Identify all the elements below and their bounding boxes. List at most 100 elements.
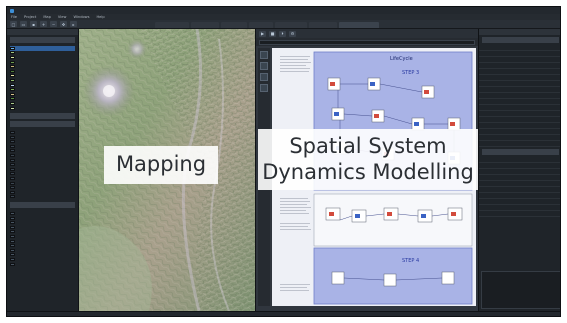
properties-panel <box>478 29 560 311</box>
legend-swatch <box>10 88 15 92</box>
tab-6[interactable] <box>309 21 337 28</box>
pan-icon[interactable]: ✥ <box>60 21 67 27</box>
legend-swatch <box>10 65 15 69</box>
menu-help[interactable]: Help <box>96 15 104 19</box>
ssdm-caption-line2: Dynamics Modelling <box>262 159 474 184</box>
tab-7-active[interactable] <box>339 21 379 28</box>
layers-panel-header <box>7 29 78 35</box>
component-icon <box>10 131 15 135</box>
diagram-top-label: LifeCycle <box>390 56 413 62</box>
model-icon <box>10 212 15 216</box>
menu-view[interactable]: View <box>58 15 67 19</box>
component-icon <box>10 154 15 158</box>
attributes-header <box>479 29 560 35</box>
model-icon <box>10 225 15 229</box>
model-components-title <box>10 121 75 128</box>
app-logo-icon <box>10 8 14 13</box>
component-properties-title <box>482 149 559 155</box>
legend-swatch <box>10 55 15 59</box>
legend-swatch <box>10 106 15 110</box>
stop-icon[interactable]: ■ <box>269 30 276 37</box>
mapping-caption-text: Mapping <box>115 152 207 177</box>
model-icon <box>10 234 15 238</box>
component-icon <box>10 186 15 190</box>
tab-2[interactable] <box>191 21 219 28</box>
tab-5[interactable] <box>275 21 307 28</box>
step-icon[interactable]: ⏵ <box>279 30 286 37</box>
ssdm-caption-line1: Spatial System <box>289 133 447 158</box>
model-icon <box>10 239 15 243</box>
notifications-log[interactable] <box>481 271 560 309</box>
palette-item[interactable] <box>260 62 268 70</box>
legend-swatch <box>10 74 15 78</box>
model-icon <box>10 248 15 252</box>
component-list <box>7 129 78 200</box>
menu-windows[interactable]: Windows <box>73 15 89 19</box>
component-icon <box>10 190 15 194</box>
model-icon <box>10 257 15 261</box>
search-input[interactable] <box>259 39 475 45</box>
select-icon[interactable]: ▸ <box>70 21 77 27</box>
zoom-in-icon[interactable]: + <box>40 21 47 27</box>
mapping-caption: Mapping <box>104 146 218 184</box>
model-icon <box>10 230 15 234</box>
model-icon <box>10 262 15 266</box>
new-icon[interactable]: □ <box>10 21 17 27</box>
palette-item[interactable] <box>260 73 268 81</box>
model-icon <box>10 216 15 220</box>
zoom-out-icon[interactable]: − <box>50 21 57 27</box>
component-item[interactable] <box>10 195 75 200</box>
ssdm-caption: Spatial System Dynamics Modelling <box>258 129 478 190</box>
layers-panel <box>7 29 79 311</box>
component-icon <box>10 167 15 171</box>
legend-swatch <box>10 101 15 105</box>
model-icon <box>10 221 15 225</box>
property-row[interactable] <box>479 211 560 217</box>
diagram-step-top: STEP 3 <box>402 70 419 76</box>
legend-swatch <box>10 97 15 101</box>
palette-item[interactable] <box>260 51 268 59</box>
attribute-table <box>479 45 560 147</box>
legend-swatch <box>10 78 15 82</box>
user-model-list <box>7 210 78 267</box>
menu-map[interactable]: Map <box>43 15 51 19</box>
component-icon <box>10 163 15 167</box>
component-icon <box>10 135 15 139</box>
component-icon <box>10 181 15 185</box>
tab-1[interactable] <box>155 21 189 28</box>
model-icon <box>10 253 15 257</box>
state-objects-title <box>10 113 75 120</box>
tab-3[interactable] <box>221 21 247 28</box>
component-icon <box>10 140 15 144</box>
component-icon <box>10 177 15 181</box>
legend-swatch <box>10 69 15 73</box>
title-bar <box>7 7 560 14</box>
save-icon[interactable]: ▪ <box>30 21 37 27</box>
status-bar <box>7 311 560 316</box>
user-models-title <box>10 202 75 209</box>
legend-swatch <box>10 51 15 55</box>
document-tabs <box>155 21 555 28</box>
legend-swatch <box>10 46 15 50</box>
palette-item[interactable] <box>260 84 268 92</box>
legend-swatch <box>10 92 15 96</box>
layer-attributes-title <box>482 37 559 43</box>
component-search-bar <box>256 38 478 46</box>
component-icon <box>10 158 15 162</box>
user-model-item[interactable] <box>10 262 75 267</box>
menu-project[interactable]: Project <box>24 15 36 19</box>
component-icon <box>10 144 15 148</box>
tab-4[interactable] <box>249 21 273 28</box>
menu-file[interactable]: File <box>11 15 17 19</box>
layer-row[interactable] <box>10 106 75 111</box>
legend-swatch <box>10 83 15 87</box>
legend-swatch <box>10 60 15 64</box>
component-icon <box>10 149 15 153</box>
editor-toolbar: ▶ ■ ⏵ ⚙ <box>256 29 478 38</box>
run-icon[interactable]: ▶ <box>259 30 266 37</box>
layer-legend <box>7 45 78 111</box>
property-table <box>479 157 560 217</box>
attribute-row[interactable] <box>479 141 560 147</box>
settings-icon[interactable]: ⚙ <box>289 30 296 37</box>
open-icon[interactable]: ▭ <box>20 21 27 27</box>
